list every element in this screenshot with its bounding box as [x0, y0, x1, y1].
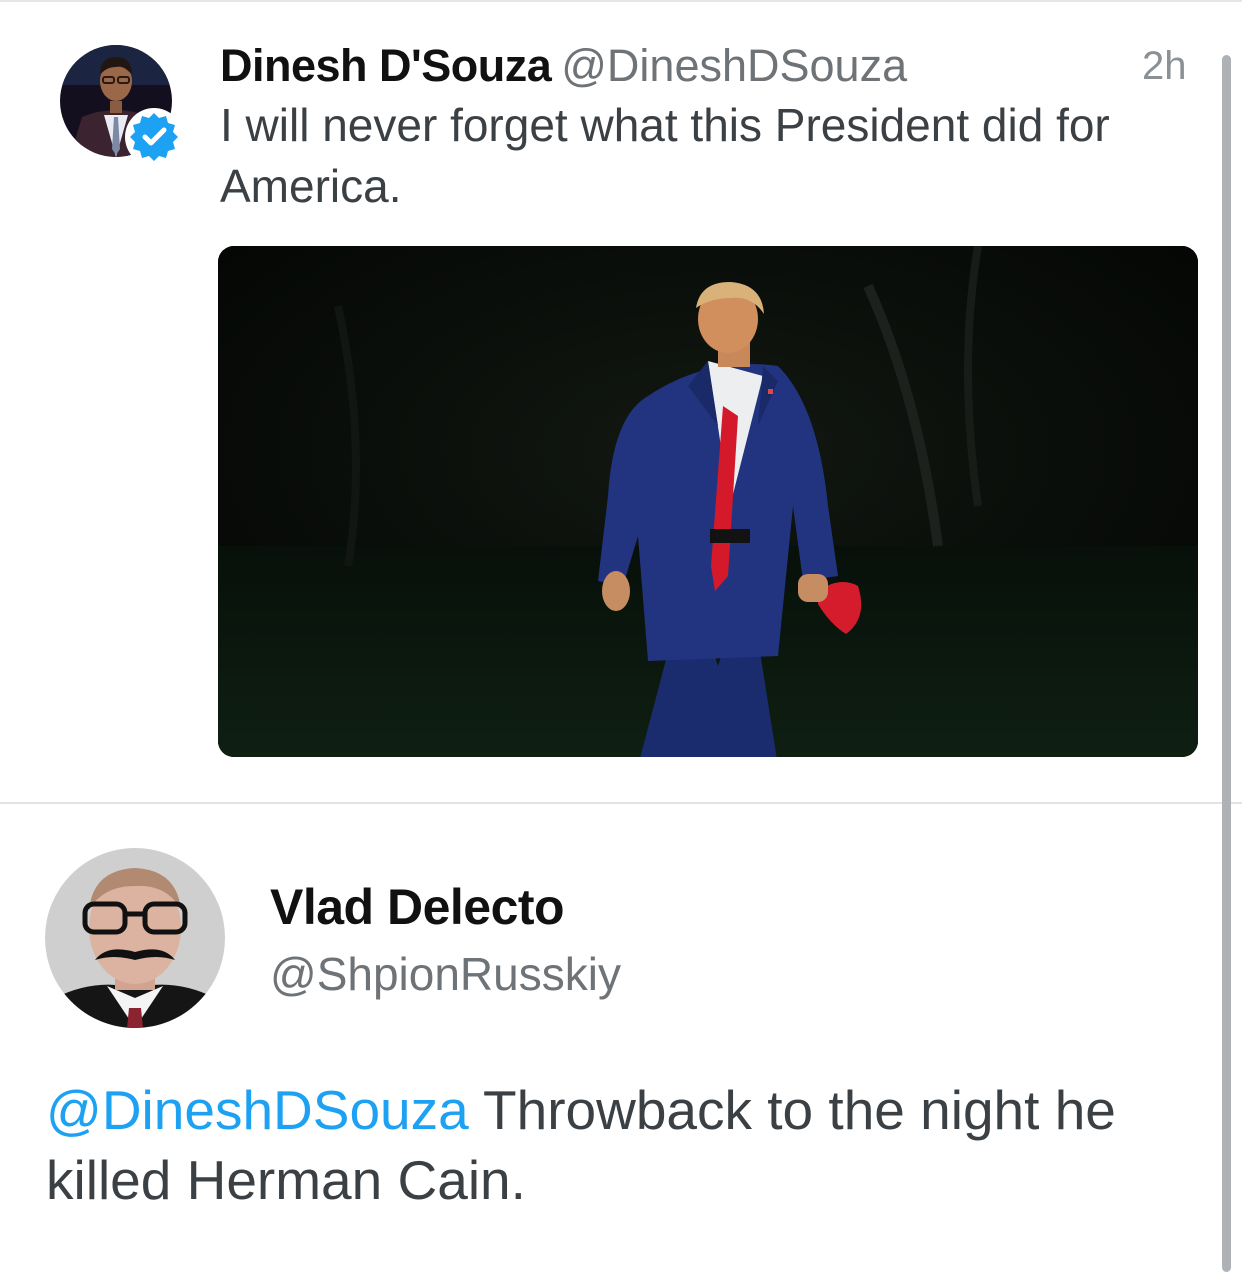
tweet[interactable]: Dinesh D'Souza @DineshDSouza 2h I will ne… — [0, 0, 1242, 803]
reply-author-handle[interactable]: @ShpionRusskiy — [270, 944, 621, 1004]
reply-avatar[interactable] — [45, 848, 225, 1028]
verified-badge-icon — [124, 107, 184, 167]
reply-text: @DineshDSouza Throwback to the night he … — [46, 1075, 1196, 1215]
tweet-photo[interactable] — [218, 246, 1198, 757]
tweet-divider — [0, 802, 1242, 804]
mention-link[interactable]: @DineshDSouza — [46, 1079, 469, 1141]
tweet-timestamp[interactable]: 2h — [1142, 38, 1187, 94]
author-avatar-container[interactable] — [60, 45, 183, 166]
tweet-text: I will never forget what this President … — [220, 99, 1110, 212]
reply-author-name[interactable]: Vlad Delecto — [270, 876, 565, 938]
author-handle[interactable]: @DineshDSouza — [561, 40, 907, 91]
author-name[interactable]: Dinesh D'Souza — [220, 40, 552, 91]
scrollbar[interactable] — [1222, 55, 1231, 1272]
tweet-header: Dinesh D'Souza @DineshDSouza — [220, 38, 1210, 94]
